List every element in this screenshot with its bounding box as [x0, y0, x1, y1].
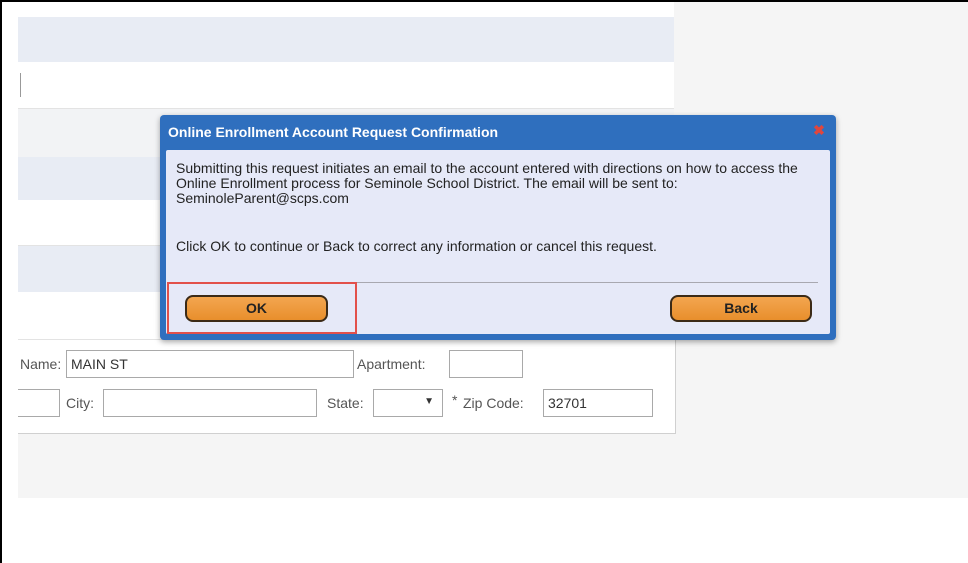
- back-button[interactable]: Back: [670, 295, 812, 322]
- close-icon[interactable]: ✖: [812, 123, 826, 137]
- dialog-message: Submitting this request initiates an ema…: [176, 160, 798, 206]
- dialog-instruction: Click OK to continue or Back to correct …: [176, 238, 657, 254]
- ok-button-highlight: [167, 282, 357, 334]
- dialog-title: Online Enrollment Account Request Confir…: [168, 124, 499, 140]
